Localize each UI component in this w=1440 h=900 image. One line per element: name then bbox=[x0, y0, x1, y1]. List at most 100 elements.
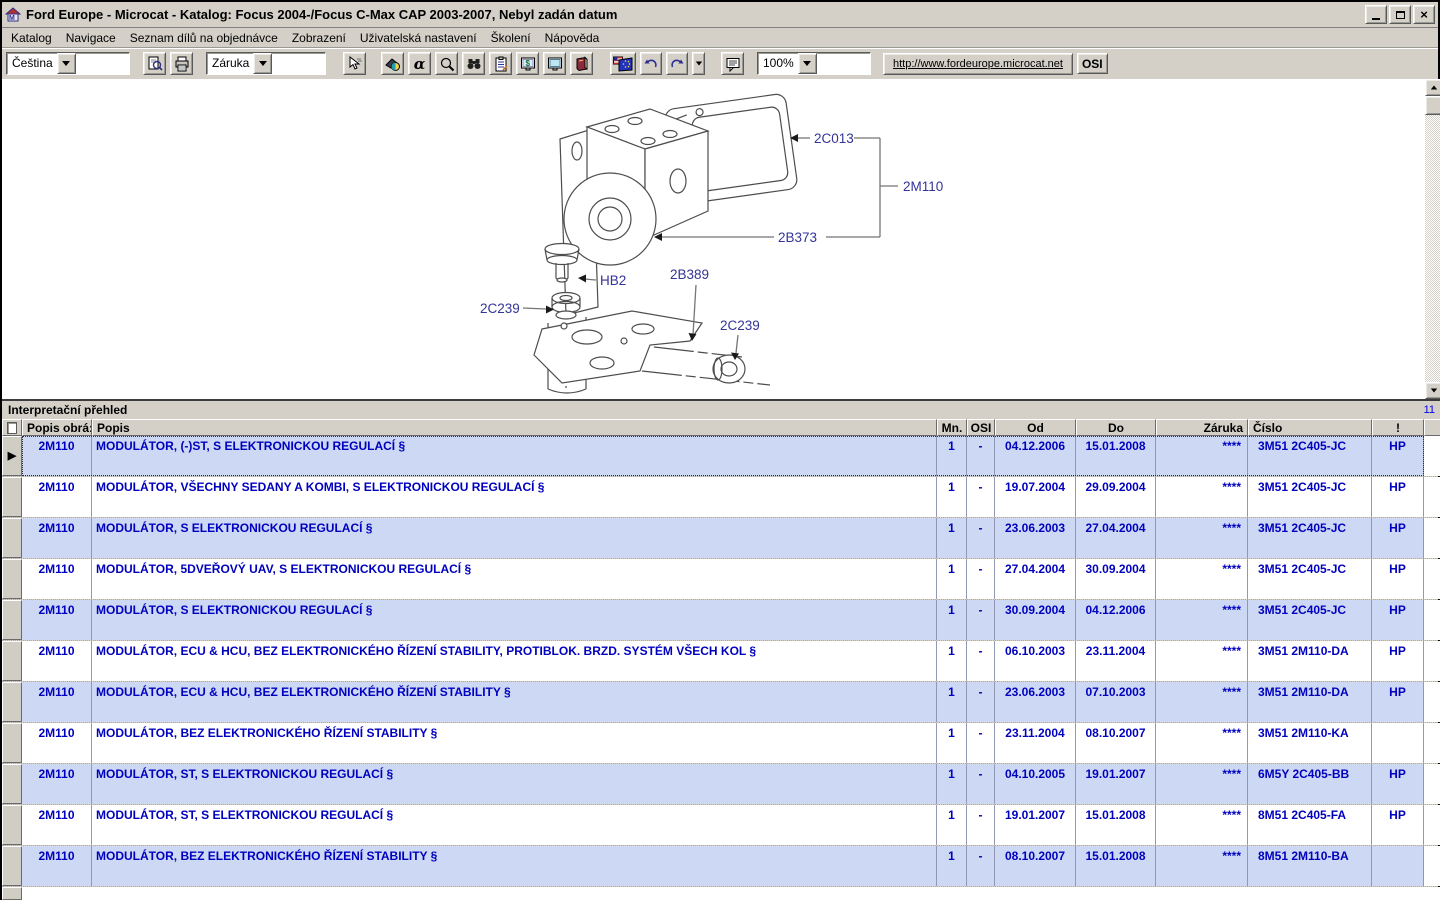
row-selector[interactable] bbox=[2, 518, 22, 558]
cell-cislo: 3M51 2C405-JC bbox=[1248, 436, 1372, 476]
scroll-down-button[interactable] bbox=[1425, 382, 1440, 399]
price-button[interactable]: $ bbox=[516, 52, 539, 75]
cell-zaruka: **** bbox=[1156, 764, 1248, 804]
table-row[interactable]: 2M110 MODULÁTOR, ST, S ELEKTRONICKOU REG… bbox=[2, 764, 1440, 805]
table-row[interactable]: 2M110 MODULÁTOR, BEZ ELEKTRONICKÉHO ŘÍZE… bbox=[2, 846, 1440, 887]
print-icon bbox=[174, 56, 190, 72]
close-button[interactable]: × bbox=[1413, 5, 1435, 24]
close-icon: × bbox=[1420, 8, 1428, 21]
cell-flag: HP bbox=[1372, 805, 1424, 845]
table-row[interactable]: 2M110 MODULÁTOR, BEZ ELEKTRONICKÉHO ŘÍZE… bbox=[2, 723, 1440, 764]
find-button[interactable] bbox=[462, 52, 485, 75]
maximize-button[interactable] bbox=[1389, 5, 1411, 24]
book-button[interactable] bbox=[570, 52, 593, 75]
cell-flag: HP bbox=[1372, 682, 1424, 722]
cell-od: 27.04.2004 bbox=[995, 559, 1076, 599]
row-selector[interactable] bbox=[2, 641, 22, 681]
cell-popis-obra: 2M110 bbox=[22, 682, 92, 722]
zoom-level-arrow[interactable] bbox=[798, 53, 817, 74]
parts-list-button[interactable] bbox=[489, 52, 512, 75]
header-od[interactable]: Od bbox=[995, 419, 1076, 436]
cell-popis-obra: 2M110 bbox=[22, 518, 92, 558]
zoom-level-select[interactable]: 100% bbox=[757, 52, 871, 75]
panel-title: Interpretační přehled bbox=[2, 403, 1424, 417]
menu-skoleni[interactable]: Školení bbox=[484, 29, 538, 47]
menu-navigace[interactable]: Navigace bbox=[59, 29, 123, 47]
microcat-link-button[interactable]: http://www.fordeurope.microcat.net bbox=[883, 53, 1073, 75]
menu-zobrazeni[interactable]: Zobrazení bbox=[285, 29, 353, 47]
cell-od: 04.12.2006 bbox=[995, 436, 1076, 476]
row-selector[interactable] bbox=[2, 764, 22, 804]
row-selector[interactable]: ▶ bbox=[2, 436, 22, 476]
select-all-checkbox[interactable] bbox=[7, 422, 17, 434]
scroll-down-icon bbox=[1430, 389, 1436, 393]
cell-zaruka: **** bbox=[1156, 682, 1248, 722]
menu-uzivatelska-nastaveni[interactable]: Uživatelská nastavení bbox=[353, 29, 484, 47]
redo-dropdown-button[interactable] bbox=[692, 52, 705, 75]
header-popis-obra[interactable]: Popis obrá: bbox=[22, 419, 92, 436]
language-select-arrow[interactable] bbox=[57, 53, 76, 74]
note-button[interactable] bbox=[721, 52, 744, 75]
cell-od: 08.10.2007 bbox=[995, 846, 1076, 886]
cell-cislo: 8M51 2M110-BA bbox=[1248, 846, 1372, 886]
cell-zaruka: **** bbox=[1156, 805, 1248, 845]
row-selector[interactable] bbox=[2, 477, 22, 517]
screen-button[interactable] bbox=[543, 52, 566, 75]
cell-mn: 1 bbox=[937, 518, 967, 558]
warranty-select[interactable]: Záruka bbox=[206, 52, 326, 75]
price-icon: $ bbox=[520, 56, 536, 72]
zoom-button[interactable] bbox=[435, 52, 458, 75]
undo-button[interactable] bbox=[640, 52, 662, 75]
table-row[interactable]: 2M110 MODULÁTOR, S ELEKTRONICKOU REGULAC… bbox=[2, 518, 1440, 559]
table-row[interactable]: 2M110 MODULÁTOR, S ELEKTRONICKOU REGULAC… bbox=[2, 600, 1440, 641]
market-flags-button[interactable] bbox=[610, 52, 636, 75]
menu-seznam-dilu[interactable]: Seznam dílů na objednávce bbox=[123, 29, 285, 47]
table-row[interactable]: 2M110 MODULÁTOR, ECU & HCU, BEZ ELEKTRON… bbox=[2, 682, 1440, 723]
minimize-button[interactable] bbox=[1365, 5, 1387, 24]
header-zaruka[interactable]: Záruka bbox=[1156, 419, 1248, 436]
row-selector[interactable] bbox=[2, 600, 22, 640]
osi-button[interactable]: OSI bbox=[1077, 53, 1108, 74]
row-selector[interactable] bbox=[2, 846, 22, 886]
vertical-scrollbar[interactable] bbox=[1425, 79, 1440, 399]
print-button[interactable] bbox=[170, 52, 193, 75]
menu-katalog[interactable]: Katalog bbox=[4, 29, 59, 47]
scrollbar-thumb[interactable] bbox=[1425, 96, 1440, 115]
table-row[interactable]: 2M110 MODULÁTOR, ST, S ELEKTRONICKOU REG… bbox=[2, 805, 1440, 846]
header-flag[interactable]: ! bbox=[1372, 419, 1424, 436]
table-row[interactable]: 2M110 MODULÁTOR, VŠECHNY SEDANY A KOMBI,… bbox=[2, 477, 1440, 518]
table-row[interactable]: ▶ 2M110 MODULÁTOR, (-)ST, S ELEKTRONICKO… bbox=[2, 436, 1440, 477]
warranty-select-arrow[interactable] bbox=[253, 53, 272, 74]
cell-popis-obra: 2M110 bbox=[22, 723, 92, 763]
language-select[interactable]: Čeština bbox=[6, 52, 130, 75]
cell-flag: HP bbox=[1372, 477, 1424, 517]
print-preview-button[interactable] bbox=[143, 52, 166, 75]
redo-icon bbox=[669, 56, 685, 72]
alpha-index-button[interactable]: α bbox=[408, 52, 431, 75]
table-row[interactable]: 2M110 MODULÁTOR, ECU & HCU, BEZ ELEKTRON… bbox=[2, 641, 1440, 682]
parts-button[interactable] bbox=[381, 52, 404, 75]
row-selector[interactable] bbox=[2, 559, 22, 599]
cell-do: 07.10.2003 bbox=[1076, 682, 1156, 722]
callout-2M110: 2M110 bbox=[903, 179, 943, 194]
row-selector[interactable] bbox=[2, 723, 22, 763]
warranty-select-value: Záruka bbox=[207, 53, 253, 74]
redo-button[interactable] bbox=[666, 52, 688, 75]
header-popis[interactable]: Popis bbox=[92, 419, 937, 436]
pointer-select-button[interactable] bbox=[343, 52, 366, 75]
header-select-all[interactable] bbox=[2, 419, 22, 436]
header-cislo[interactable]: Číslo bbox=[1248, 419, 1372, 436]
table-row[interactable]: 2M110 MODULÁTOR, 5DVEŘOVÝ UAV, S ELEKTRO… bbox=[2, 559, 1440, 600]
row-selector[interactable] bbox=[2, 682, 22, 722]
header-osi[interactable]: OSI bbox=[967, 419, 995, 436]
alpha-index-icon: α bbox=[414, 55, 426, 73]
menu-napoveda[interactable]: Nápověda bbox=[538, 29, 607, 47]
header-do[interactable]: Do bbox=[1076, 419, 1156, 436]
cell-popis-obra: 2M110 bbox=[22, 600, 92, 640]
callout-2C239-right: 2C239 bbox=[720, 318, 760, 333]
row-selector[interactable] bbox=[2, 805, 22, 845]
scroll-up-button[interactable] bbox=[1425, 79, 1440, 96]
bottom-gutter-cell bbox=[2, 887, 22, 900]
header-mn[interactable]: Mn. bbox=[937, 419, 967, 436]
bottom-strip bbox=[2, 887, 1440, 900]
